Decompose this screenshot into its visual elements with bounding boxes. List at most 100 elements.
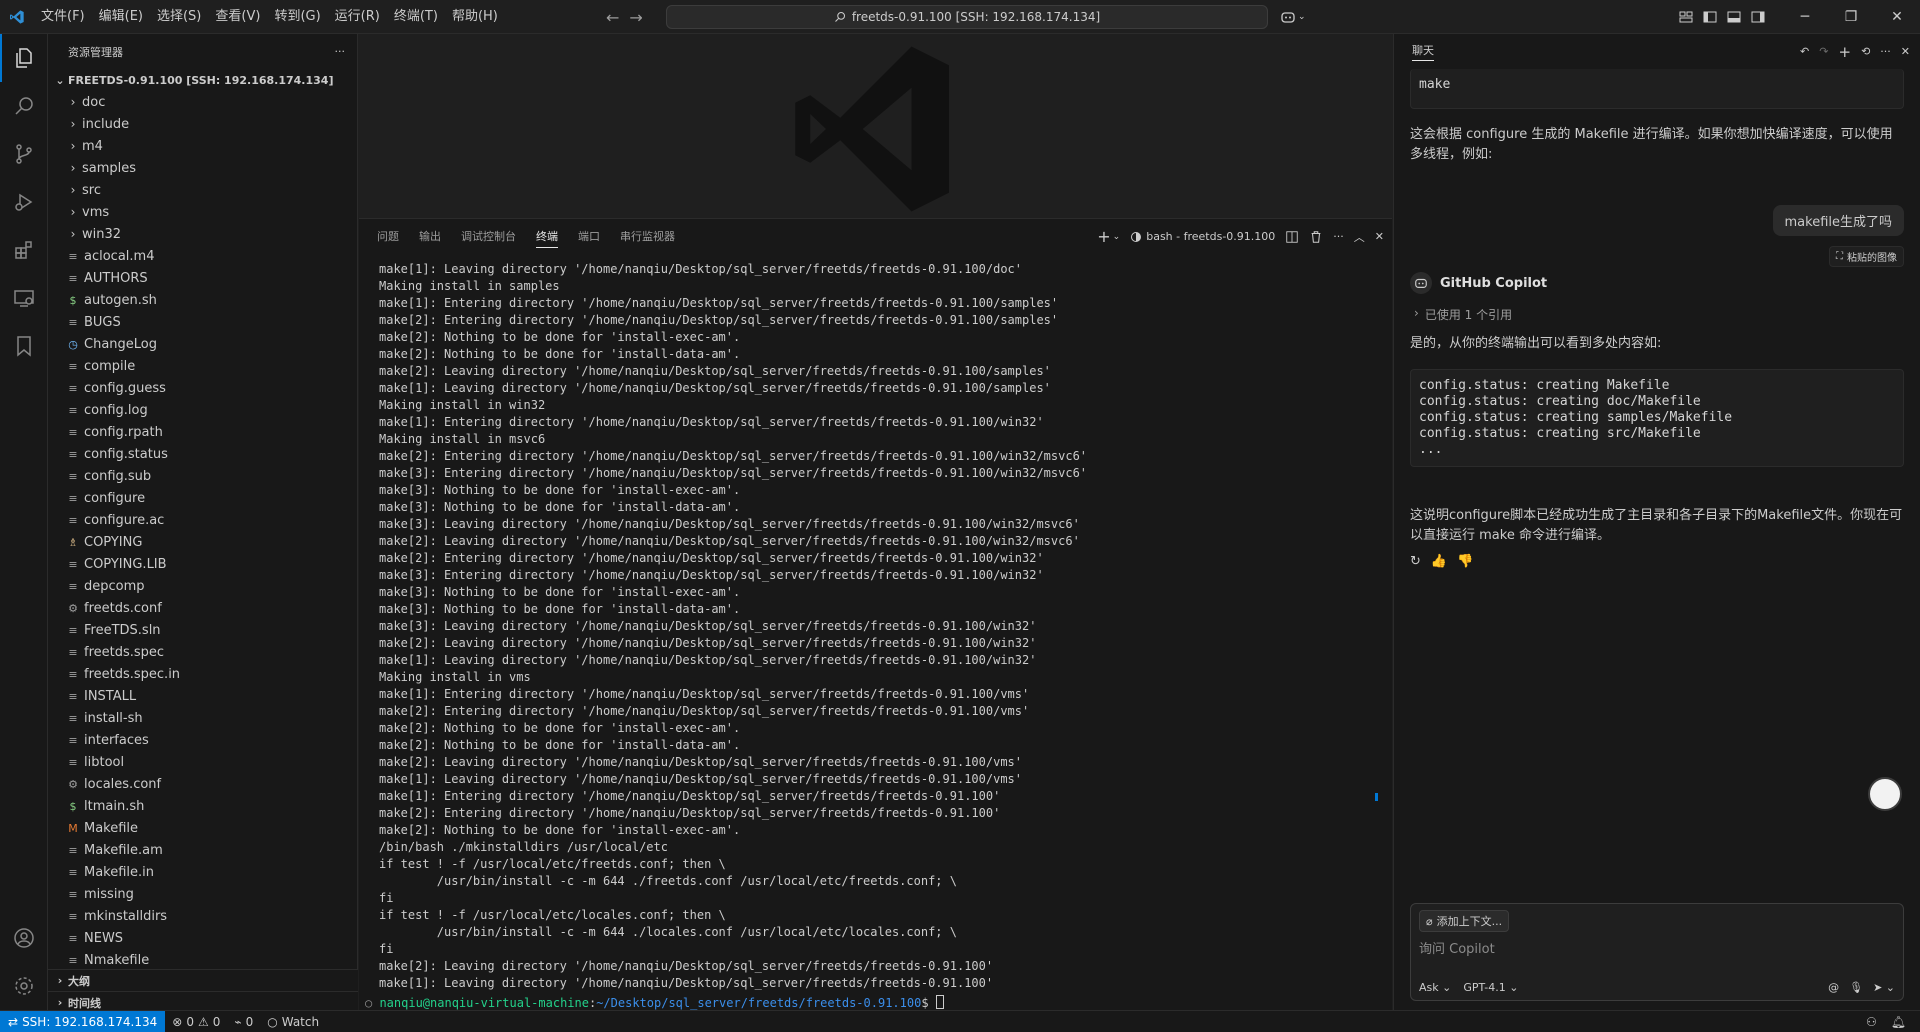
forward-arrow-icon[interactable]: → (629, 8, 642, 27)
avatar[interactable] (1868, 777, 1902, 811)
thumbs-down-icon[interactable]: 👎 (1457, 554, 1473, 569)
watch-status[interactable]: ○ Watch (260, 1015, 326, 1029)
file-item[interactable]: ≡ aclocal.m4 (48, 245, 358, 267)
tab-debug-console[interactable]: 调试控制台 (451, 219, 526, 254)
run-debug-icon[interactable] (0, 178, 48, 226)
file-item[interactable]: ≡ Makefile.in (48, 861, 358, 883)
file-item[interactable]: ⚙ locales.conf (48, 773, 358, 795)
file-item[interactable]: ≡ Nmakefile (48, 949, 358, 971)
file-item[interactable]: ≡ config.rpath (48, 421, 358, 443)
chevron-down-icon[interactable]: ⌄ (1113, 232, 1121, 242)
file-item[interactable]: ≡ configure (48, 487, 358, 509)
close-chat-icon[interactable]: ✕ (1901, 45, 1910, 58)
more-actions-icon[interactable]: ··· (1333, 230, 1344, 243)
file-item[interactable]: ≡ config.sub (48, 465, 358, 487)
bookmark-icon[interactable] (0, 322, 48, 370)
file-item[interactable]: ≡ config.guess (48, 377, 358, 399)
file-item[interactable]: ≡ libtool (48, 751, 358, 773)
copilot-status-icon[interactable]: ⚇ (1866, 1015, 1877, 1029)
new-terminal-icon[interactable]: + (1097, 227, 1110, 246)
thumbs-up-icon[interactable]: 👍 (1431, 554, 1447, 569)
file-item[interactable]: ≡ NEWS (48, 927, 358, 949)
file-item[interactable]: ≡ config.status (48, 443, 358, 465)
more-actions-icon[interactable]: ··· (1880, 45, 1891, 58)
tab-serial-monitor[interactable]: 串行监视器 (610, 219, 685, 254)
more-actions-icon[interactable]: ··· (335, 45, 346, 58)
mode-picker[interactable]: Ask ⌄ (1419, 981, 1451, 994)
menu-run[interactable]: 运行(R) (328, 0, 387, 34)
file-item[interactable]: $ autogen.sh (48, 289, 358, 311)
chat-input[interactable]: 询问 Copilot (1419, 938, 1495, 957)
file-item[interactable]: ≡ FreeTDS.sln (48, 619, 358, 641)
file-item[interactable]: ≡ freetds.spec (48, 641, 358, 663)
menu-terminal[interactable]: 终端(T) (387, 0, 445, 34)
folder-item[interactable]: › doc (48, 91, 358, 113)
menu-selection[interactable]: 选择(S) (150, 0, 208, 34)
menu-file[interactable]: 文件(F) (34, 0, 92, 34)
customize-layout-icon[interactable] (1678, 9, 1694, 25)
file-item[interactable]: ≡ BUGS (48, 311, 358, 333)
menu-help[interactable]: 帮助(H) (445, 0, 505, 34)
terminal-instance[interactable]: bash - freetds-0.91.100 (1130, 230, 1275, 243)
file-item[interactable]: ≡ AUTHORS (48, 267, 358, 289)
file-item[interactable]: ≡ missing (48, 883, 358, 905)
file-item[interactable]: ≡ depcomp (48, 575, 358, 597)
remote-explorer-icon[interactable] (0, 274, 48, 322)
outline-section[interactable]: › 大纲 (48, 969, 358, 991)
file-item[interactable]: $ ltmain.sh (48, 795, 358, 817)
file-item[interactable]: ⚙ freetds.conf (48, 597, 358, 619)
ports-status[interactable]: ⌁ 0 (227, 1015, 260, 1029)
close-window-icon[interactable]: ✕ (1874, 0, 1920, 34)
folder-item[interactable]: › src (48, 179, 358, 201)
retry-icon[interactable]: ↻ (1410, 554, 1421, 569)
file-item[interactable]: ≡ mkinstalldirs (48, 905, 358, 927)
microphone-icon[interactable]: 🎙 (1849, 981, 1863, 994)
explorer-icon[interactable] (0, 34, 48, 82)
settings-gear-icon[interactable] (0, 962, 48, 1010)
tab-problems[interactable]: 问题 (367, 219, 409, 254)
file-item[interactable]: ◷ ChangeLog (48, 333, 358, 355)
file-item[interactable]: ≡ freetds.spec.in (48, 663, 358, 685)
minimize-icon[interactable]: ─ (1782, 0, 1828, 34)
file-item[interactable]: ≡ install-sh (48, 707, 358, 729)
used-references[interactable]: › 已使用 1 个引用 (1414, 306, 1512, 323)
history-icon[interactable]: ⟲ (1861, 45, 1870, 58)
file-item[interactable]: ≡ interfaces (48, 729, 358, 751)
file-item[interactable]: ≡ config.log (48, 399, 358, 421)
tab-terminal[interactable]: 终端 (526, 219, 568, 254)
folder-item[interactable]: › m4 (48, 135, 358, 157)
add-context-button[interactable]: ⌀ 添加上下文... (1419, 910, 1510, 932)
account-icon[interactable] (0, 914, 48, 962)
file-item[interactable]: ≡ compile (48, 355, 358, 377)
redo-icon[interactable]: ↷ (1819, 45, 1828, 58)
new-chat-icon[interactable]: + (1838, 43, 1851, 61)
copilot-menu-button[interactable]: ⌄ (1280, 0, 1306, 34)
file-item[interactable]: ♗ COPYING (48, 531, 358, 553)
folder-item[interactable]: › samples (48, 157, 358, 179)
file-item[interactable]: ≡ configure.ac (48, 509, 358, 531)
workspace-root[interactable]: ⌄ FREETDS-0.91.100 [SSH: 192.168.174.134… (48, 69, 357, 91)
notifications-bell-icon[interactable]: 🔔︎ (1891, 1015, 1906, 1029)
file-item[interactable]: ≡ Makefile.am (48, 839, 358, 861)
toggle-panel-icon[interactable] (1726, 9, 1742, 25)
remote-indicator[interactable]: ⇄ SSH: 192.168.174.134 (0, 1010, 166, 1032)
problems-status[interactable]: ⊗ 0 ⚠ 0 (165, 1015, 227, 1029)
menu-go[interactable]: 转到(G) (267, 0, 327, 34)
trash-icon[interactable] (1309, 230, 1323, 244)
file-item[interactable]: ≡ COPYING.LIB (48, 553, 358, 575)
toggle-secondary-sidebar-icon[interactable] (1750, 9, 1766, 25)
send-icon[interactable]: ➤ ⌄ (1873, 981, 1895, 994)
menu-edit[interactable]: 编辑(E) (92, 0, 150, 34)
command-center[interactable]: freetds-0.91.100 [SSH: 192.168.174.134] (666, 5, 1268, 29)
file-item[interactable]: M Makefile (48, 817, 358, 839)
tab-ports[interactable]: 端口 (568, 219, 610, 254)
toggle-sidebar-icon[interactable] (1702, 9, 1718, 25)
maximize-panel-icon[interactable]: ︿ (1354, 229, 1365, 245)
split-terminal-icon[interactable] (1285, 230, 1299, 244)
folder-item[interactable]: › include (48, 113, 358, 135)
undo-icon[interactable]: ↶ (1800, 45, 1809, 58)
search-icon[interactable] (0, 82, 48, 130)
file-item[interactable]: ≡ INSTALL (48, 685, 358, 707)
pasted-image-attachment[interactable]: ⛶ 粘贴的图像 (1829, 246, 1904, 267)
extensions-icon[interactable] (0, 226, 48, 274)
